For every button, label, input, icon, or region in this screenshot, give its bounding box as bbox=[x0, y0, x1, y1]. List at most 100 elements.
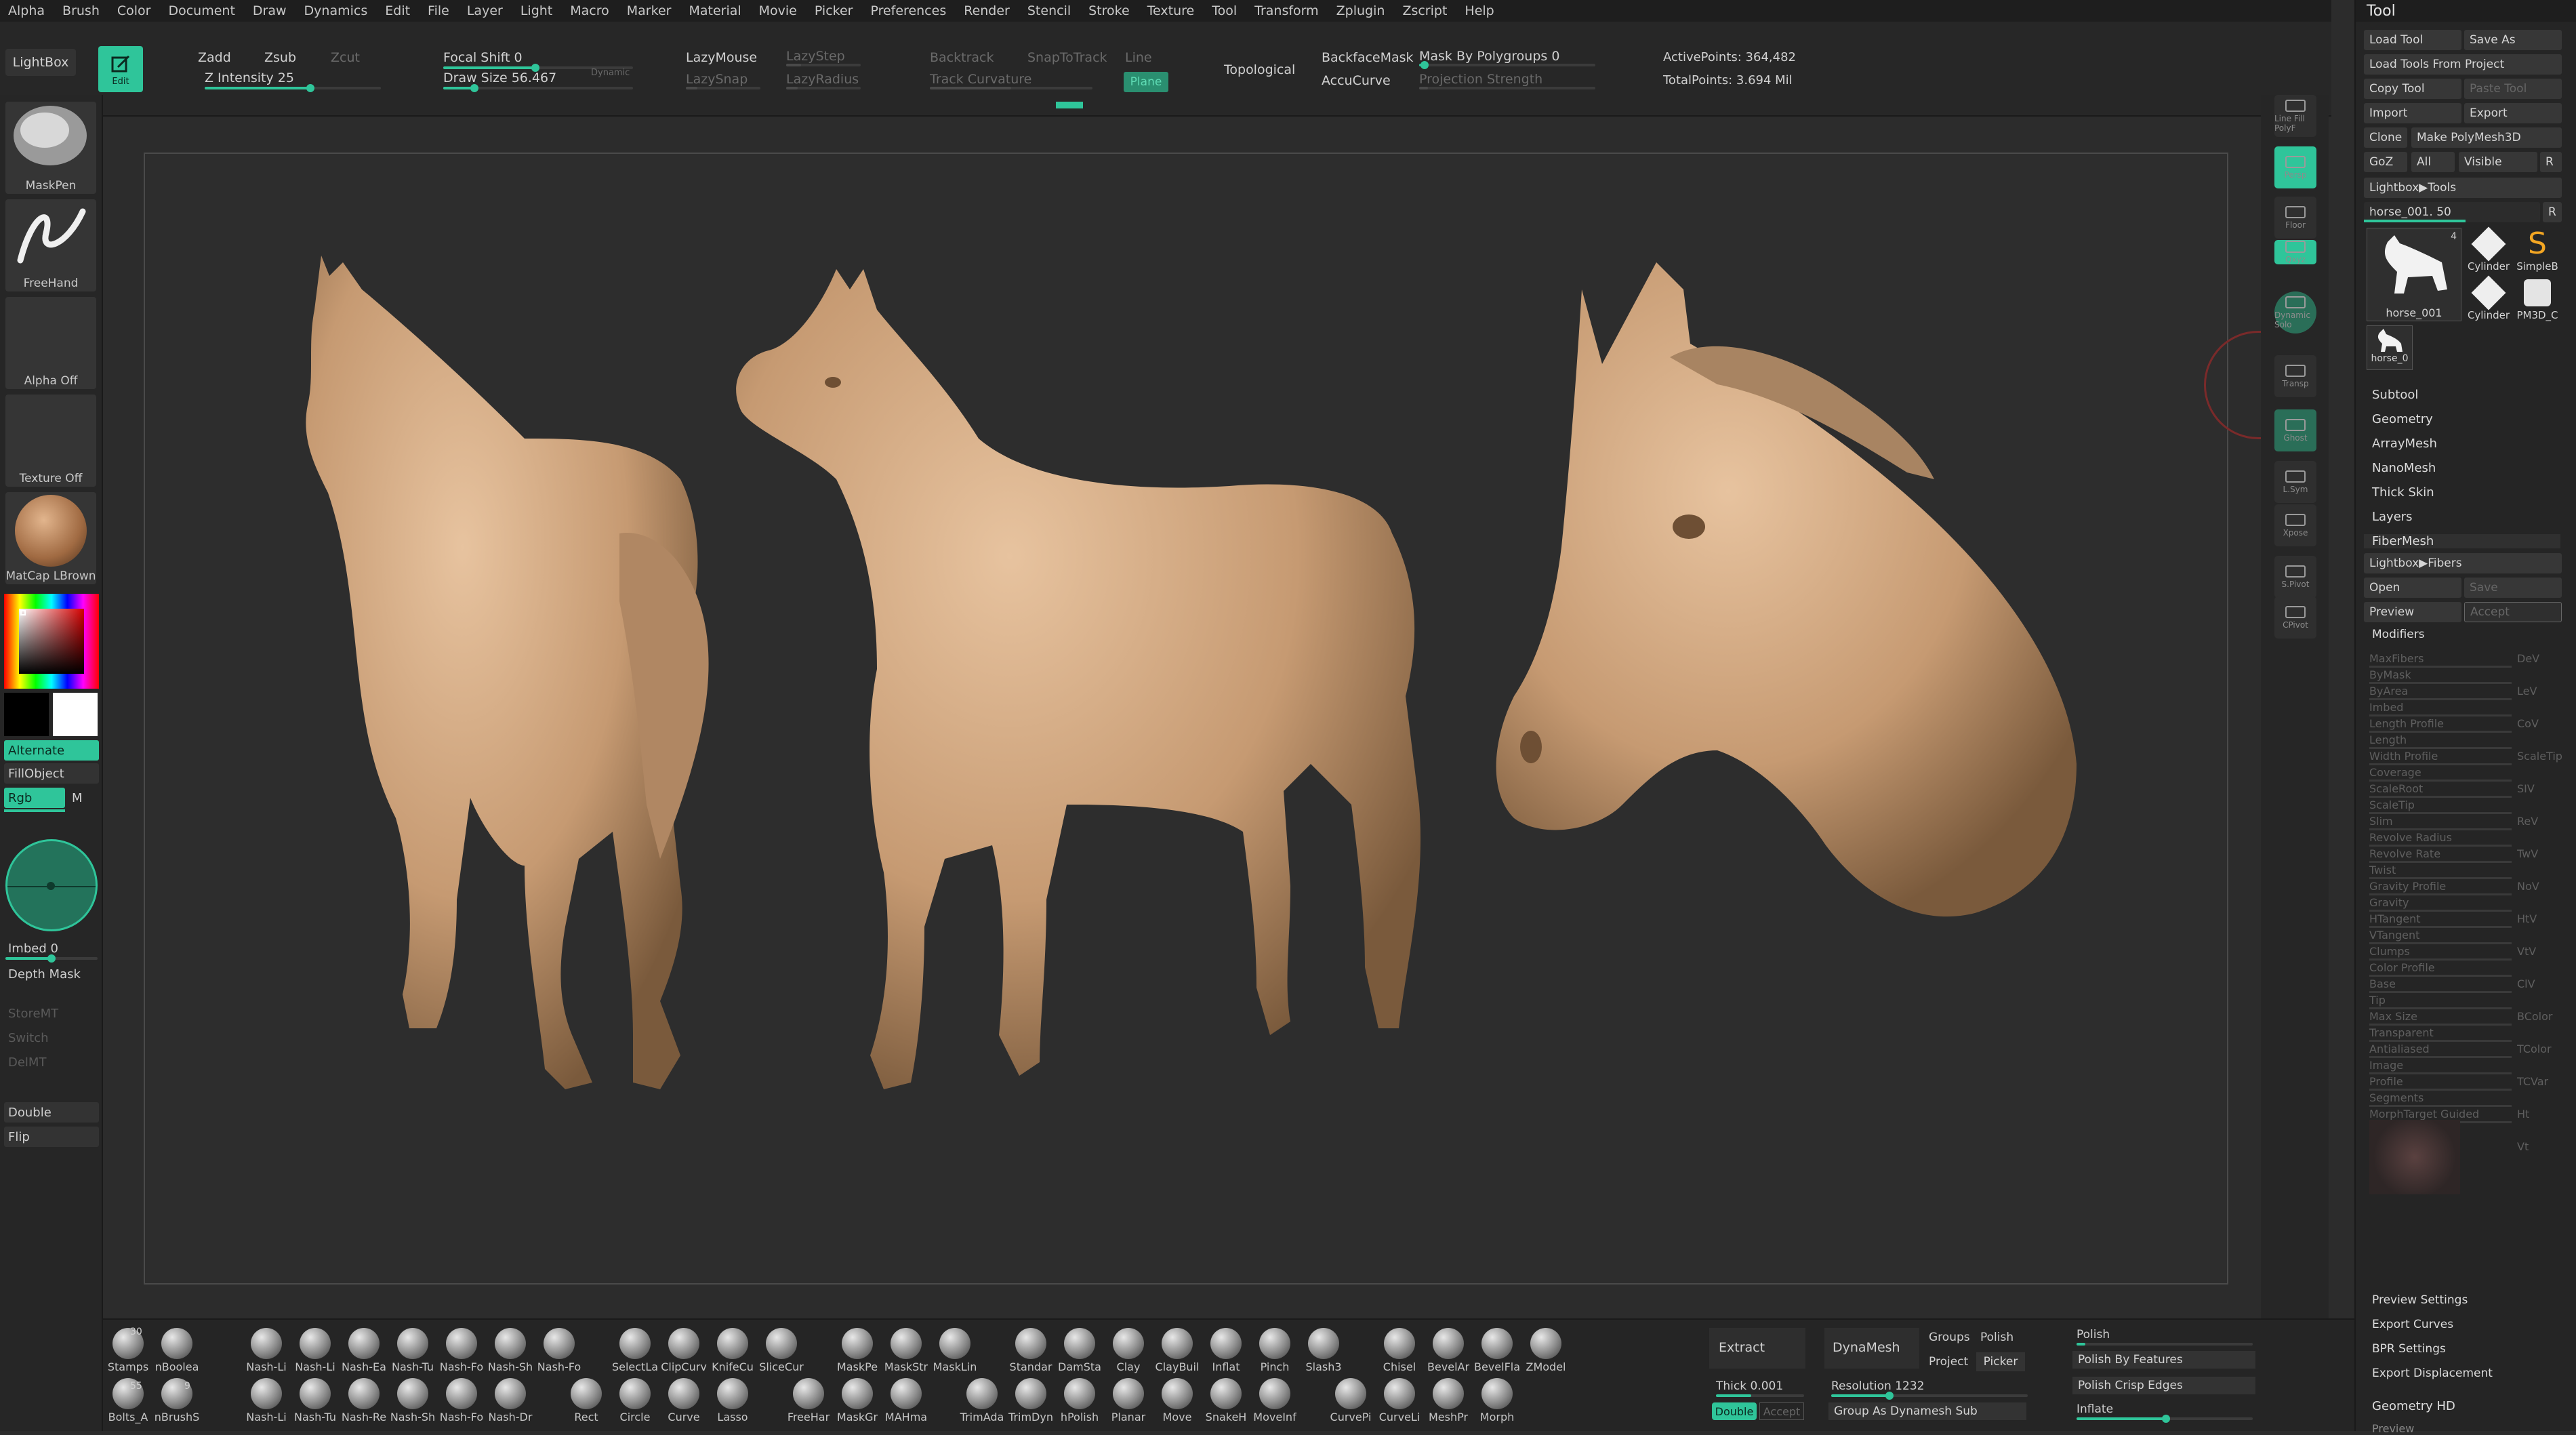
view-s-pivot[interactable]: S.Pivot bbox=[2274, 556, 2316, 598]
brush-knifecu[interactable]: KnifeCu bbox=[709, 1328, 756, 1375]
z-intensity-slider[interactable] bbox=[205, 84, 381, 92]
stroke-selector[interactable]: FreeHand bbox=[5, 199, 96, 291]
fiber-variation-rev[interactable]: ReV bbox=[2517, 815, 2538, 828]
fiber-clumps[interactable]: Clumps bbox=[2369, 945, 2410, 958]
fiber-antialiased[interactable]: Antialiased bbox=[2369, 1043, 2430, 1055]
brush-zmodel[interactable]: ZModel bbox=[1522, 1328, 1570, 1375]
preview-section[interactable]: Preview bbox=[2372, 1422, 2414, 1435]
storemt-button[interactable]: StoreMT bbox=[4, 1003, 99, 1024]
menu-movie[interactable]: Movie bbox=[759, 3, 797, 18]
lazyradius-slider[interactable] bbox=[786, 87, 861, 89]
modifiers-section[interactable]: Modifiers bbox=[2372, 628, 2425, 641]
menu-material[interactable]: Material bbox=[689, 3, 741, 18]
fiber-slider-track[interactable] bbox=[2369, 958, 2512, 961]
menu-alpha[interactable]: Alpha bbox=[8, 3, 45, 18]
menu-help[interactable]: Help bbox=[1465, 3, 1494, 18]
fiber-slider-track[interactable] bbox=[2369, 1089, 2512, 1091]
fiber-slider-track[interactable] bbox=[2369, 877, 2512, 879]
view-line-fill-polyf[interactable]: Line Fill PolyF bbox=[2274, 95, 2316, 137]
fiber-length-profile[interactable]: Length Profile bbox=[2369, 717, 2444, 730]
polish-by-features-button[interactable]: Polish By Features bbox=[2072, 1351, 2255, 1369]
zcut-toggle[interactable]: Zcut bbox=[331, 50, 360, 65]
brush-nbrushs[interactable]: nBrushS bbox=[153, 1378, 201, 1426]
backtrack-toggle[interactable]: Backtrack bbox=[930, 50, 994, 65]
menu-edit[interactable]: Edit bbox=[385, 3, 410, 18]
texture-selector[interactable]: Texture Off bbox=[5, 395, 96, 487]
fiber-slim[interactable]: Slim bbox=[2369, 815, 2393, 828]
menu-texture[interactable]: Texture bbox=[1147, 3, 1195, 18]
brush-slicecur[interactable]: SliceCur bbox=[758, 1328, 805, 1375]
brush-circle[interactable]: Circle bbox=[611, 1378, 659, 1426]
view-l-sym[interactable]: L.Sym bbox=[2274, 461, 2316, 503]
horse-head-bust[interactable] bbox=[1496, 262, 2077, 917]
imbed-slider[interactable] bbox=[5, 954, 98, 963]
lightbox-fibers-button[interactable]: Lightbox▶Fibers bbox=[2364, 553, 2562, 573]
fiber-slider-track[interactable] bbox=[2369, 845, 2512, 847]
menu-stencil[interactable]: Stencil bbox=[1027, 3, 1071, 18]
tool-thumb-cylinder[interactable]: Cylinder bbox=[2464, 226, 2513, 275]
lazymouse-toggle[interactable]: LazyMouse bbox=[686, 50, 757, 65]
color-picker[interactable] bbox=[4, 594, 99, 689]
save-as-button[interactable]: Save As bbox=[2464, 30, 2562, 50]
import-button[interactable]: Import bbox=[2364, 103, 2461, 123]
load-tool-button[interactable]: Load Tool bbox=[2364, 30, 2461, 50]
brush-stamps[interactable]: Stamps bbox=[104, 1328, 152, 1375]
fiber-gravity[interactable]: Gravity bbox=[2369, 896, 2409, 909]
section-layers[interactable]: Layers bbox=[2372, 510, 2413, 524]
fiber-revolve-rate[interactable]: Revolve Rate bbox=[2369, 847, 2440, 860]
fiber-twist[interactable]: Twist bbox=[2369, 864, 2396, 876]
edit-button[interactable]: Edit bbox=[98, 46, 143, 92]
load-tools-from-project-button[interactable]: Load Tools From Project bbox=[2364, 54, 2562, 75]
fiber-scaleroot[interactable]: ScaleRoot bbox=[2369, 782, 2423, 795]
visible-button[interactable]: Visible bbox=[2459, 152, 2537, 172]
fiber-transparent[interactable]: Transparent bbox=[2369, 1026, 2434, 1039]
fiber-segments[interactable]: Segments bbox=[2369, 1091, 2424, 1104]
lightbox-button[interactable]: LightBox bbox=[5, 49, 76, 76]
rgb-intensity-slider[interactable] bbox=[4, 809, 65, 812]
fiber-slider-track[interactable] bbox=[2369, 812, 2512, 814]
brush-meshpr[interactable]: MeshPr bbox=[1425, 1378, 1472, 1426]
fiber-slider-track[interactable] bbox=[2369, 682, 2512, 684]
fiber-slider-track[interactable] bbox=[2369, 747, 2512, 749]
line-toggle[interactable]: Line bbox=[1125, 50, 1152, 65]
menu-preferences[interactable]: Preferences bbox=[870, 3, 946, 18]
fiber-slider-track[interactable] bbox=[2369, 910, 2512, 912]
brush-nash-re[interactable]: Nash-Re bbox=[340, 1378, 388, 1426]
current-tool-r-button[interactable]: R bbox=[2543, 202, 2562, 222]
plane-toggle[interactable]: Plane bbox=[1124, 72, 1168, 92]
menu-picker[interactable]: Picker bbox=[815, 3, 853, 18]
fibers-open-button[interactable]: Open bbox=[2364, 578, 2461, 598]
view-qxyz[interactable]: Qxyz bbox=[2274, 240, 2316, 264]
brush-nboolea[interactable]: nBoolea bbox=[153, 1328, 201, 1375]
fiber-length[interactable]: Length bbox=[2369, 733, 2407, 746]
brush-mahma[interactable]: MAHma bbox=[882, 1378, 930, 1426]
fiber-slider-track[interactable] bbox=[2369, 1072, 2512, 1074]
fiber-slider-track[interactable] bbox=[2369, 1024, 2512, 1026]
menu-file[interactable]: File bbox=[428, 3, 449, 18]
fiber-gravity-profile[interactable]: Gravity Profile bbox=[2369, 880, 2446, 893]
brush-pinch[interactable]: Pinch bbox=[1251, 1328, 1299, 1375]
brush-trimdyn[interactable]: TrimDyn bbox=[1007, 1378, 1055, 1426]
brush-nash-li[interactable]: Nash-Li bbox=[243, 1328, 290, 1375]
fiber-variation-cov[interactable]: CoV bbox=[2517, 717, 2539, 730]
brush-maskstr[interactable]: MaskStr bbox=[882, 1328, 930, 1375]
goz-button[interactable]: GoZ bbox=[2364, 152, 2407, 172]
fiber-variation-ht[interactable]: Ht bbox=[2517, 1108, 2529, 1120]
brush-masklin[interactable]: MaskLin bbox=[931, 1328, 979, 1375]
menu-layer[interactable]: Layer bbox=[467, 3, 503, 18]
brush-snakeh[interactable]: SnakeH bbox=[1202, 1378, 1250, 1426]
brush-bolts-a[interactable]: Bolts_A bbox=[104, 1378, 152, 1426]
brush-inflat[interactable]: Inflat bbox=[1202, 1328, 1250, 1375]
section-subtool[interactable]: Subtool bbox=[2372, 388, 2418, 402]
tool-thumb-pm3d[interactable]: PM3D_C bbox=[2513, 277, 2562, 324]
main-color-swatch[interactable] bbox=[53, 693, 98, 736]
brush-selectla[interactable]: SelectLa bbox=[611, 1328, 659, 1375]
accucurve-toggle[interactable]: AccuCurve bbox=[1322, 73, 1391, 88]
polish-toggle[interactable]: Polish bbox=[1980, 1331, 2013, 1344]
menu-zscript[interactable]: Zscript bbox=[1402, 3, 1447, 18]
document-canvas[interactable] bbox=[144, 153, 2228, 1285]
copy-tool-button[interactable]: Copy Tool bbox=[2364, 79, 2461, 99]
fiber-htangent[interactable]: HTangent bbox=[2369, 912, 2421, 925]
horse-side-view[interactable] bbox=[736, 269, 1421, 1089]
brush-morph[interactable]: Morph bbox=[1473, 1378, 1521, 1426]
